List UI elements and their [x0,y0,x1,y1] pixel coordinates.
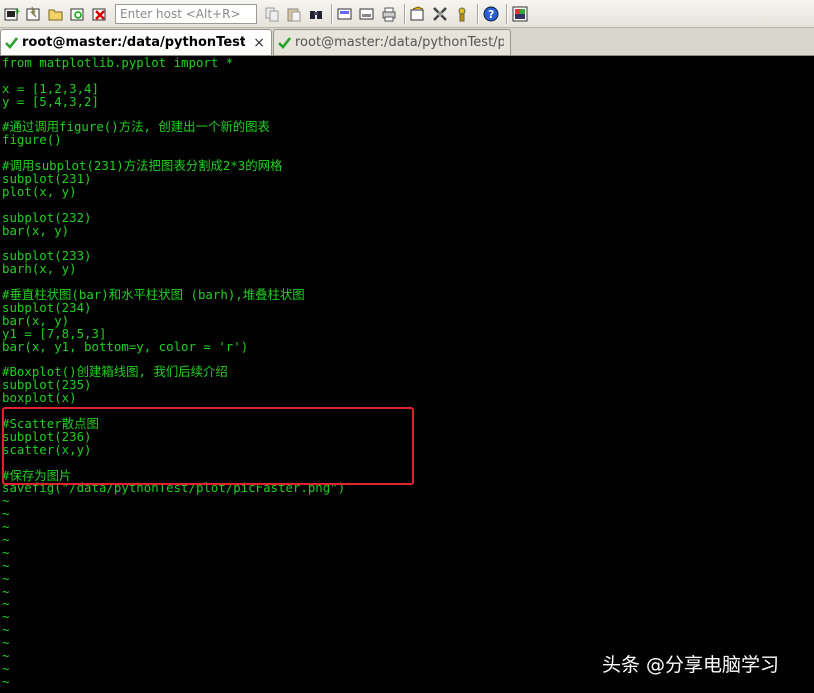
disconnect-icon[interactable] [91,5,109,23]
terminal-text: from matplotlib.pyplot import * x = [1,2,… [0,57,814,693]
print-setup-icon[interactable] [358,5,376,23]
screen-icon[interactable] [511,5,529,23]
new-session-icon[interactable]: + [3,5,21,23]
terminal-line: figure() [2,132,62,148]
empty-line-marker: ~ [2,596,10,612]
terminal-line: barh(x, y) [2,261,77,277]
empty-line-marker: ~ [2,544,10,560]
copy-icon[interactable] [263,5,281,23]
svg-text:?: ? [488,8,494,21]
empty-line-marker: ~ [2,570,10,586]
keymap-icon[interactable] [453,5,471,23]
empty-line-marker: ~ [2,688,814,693]
toolbar: + ? [0,0,814,28]
terminal-line: boxplot(x) [2,390,77,406]
empty-line-marker: ~ [2,557,10,573]
host-input[interactable] [115,3,257,24]
terminal-line: bar(x, y) [2,222,70,238]
terminal-line: subplot(233) [2,248,92,264]
empty-line-marker: ~ [2,531,10,547]
terminal-line: subplot(231) [2,171,92,187]
terminal-line: #垂直柱状图(bar)和水平柱状图 (barh),堆叠柱状图 [2,287,305,303]
empty-line-marker: ~ [2,493,10,509]
print-icon[interactable] [336,5,354,23]
terminal-line: #Boxplot()创建箱线图, 我们后续介绍 [2,364,228,380]
toolbar-separator [477,3,478,24]
toolbar-separator [404,3,405,24]
empty-line-marker: ~ [2,519,10,535]
empty-line-marker: ~ [2,622,10,638]
terminal-line: bar(x, y1, bottom=y, color = 'r') [2,338,249,354]
check-icon [5,37,18,49]
terminal-line: subplot(234) [2,299,92,315]
terminal-line: #调用subplot(231)方法把图表分割成2*3的网格 [2,158,283,174]
terminal-line: plot(x, y) [2,183,77,199]
global-options-icon[interactable] [431,5,449,23]
check-icon [278,37,291,49]
folder-icon[interactable] [47,5,65,23]
help-icon[interactable]: ? [482,5,500,23]
session-options-icon[interactable] [409,5,427,23]
quick-connect-icon[interactable] [25,5,43,23]
terminal-line: subplot(235) [2,377,92,393]
empty-line-marker: ~ [2,673,10,689]
terminal-line: #通过调用figure()方法, 创建出一个新的图表 [2,119,270,135]
tab-session-inactive[interactable]: root@master:/data/pythonTest/plot [273,29,511,55]
empty-line-marker: ~ [2,506,10,522]
terminal-line: subplot(232) [2,209,92,225]
terminal-line: y = [5,4,3,2] [2,93,99,109]
tab-bar: root@master:/data/pythonTest/plot × root… [0,28,814,56]
empty-line-marker: ~ [2,583,10,599]
tab-session-active[interactable]: root@master:/data/pythonTest/plot × [0,29,272,55]
reconnect-icon[interactable] [69,5,87,23]
terminal-line: x = [1,2,3,4] [2,80,99,96]
close-icon[interactable]: × [253,35,265,51]
paste-icon[interactable] [285,5,303,23]
toolbar-separator [506,3,507,24]
toolbar-separator [331,3,332,24]
tab-label: root@master:/data/pythonTest/plot [295,35,504,50]
terminal-view[interactable]: from matplotlib.pyplot import * x = [1,2,… [0,57,814,693]
empty-line-marker: ~ [2,609,10,625]
svg-text:+: + [14,7,20,17]
tab-label: root@master:/data/pythonTest/plot [22,35,246,50]
print-screen-icon[interactable] [380,5,398,23]
find-icon[interactable] [307,5,325,23]
watermark: 头条 @分享电脑学习 [602,654,780,676]
terminal-line: from matplotlib.pyplot import * [2,57,234,70]
empty-line-marker: ~ [2,635,10,651]
highlight-box [2,407,414,485]
terminal-line: bar(x, y) [2,312,70,328]
